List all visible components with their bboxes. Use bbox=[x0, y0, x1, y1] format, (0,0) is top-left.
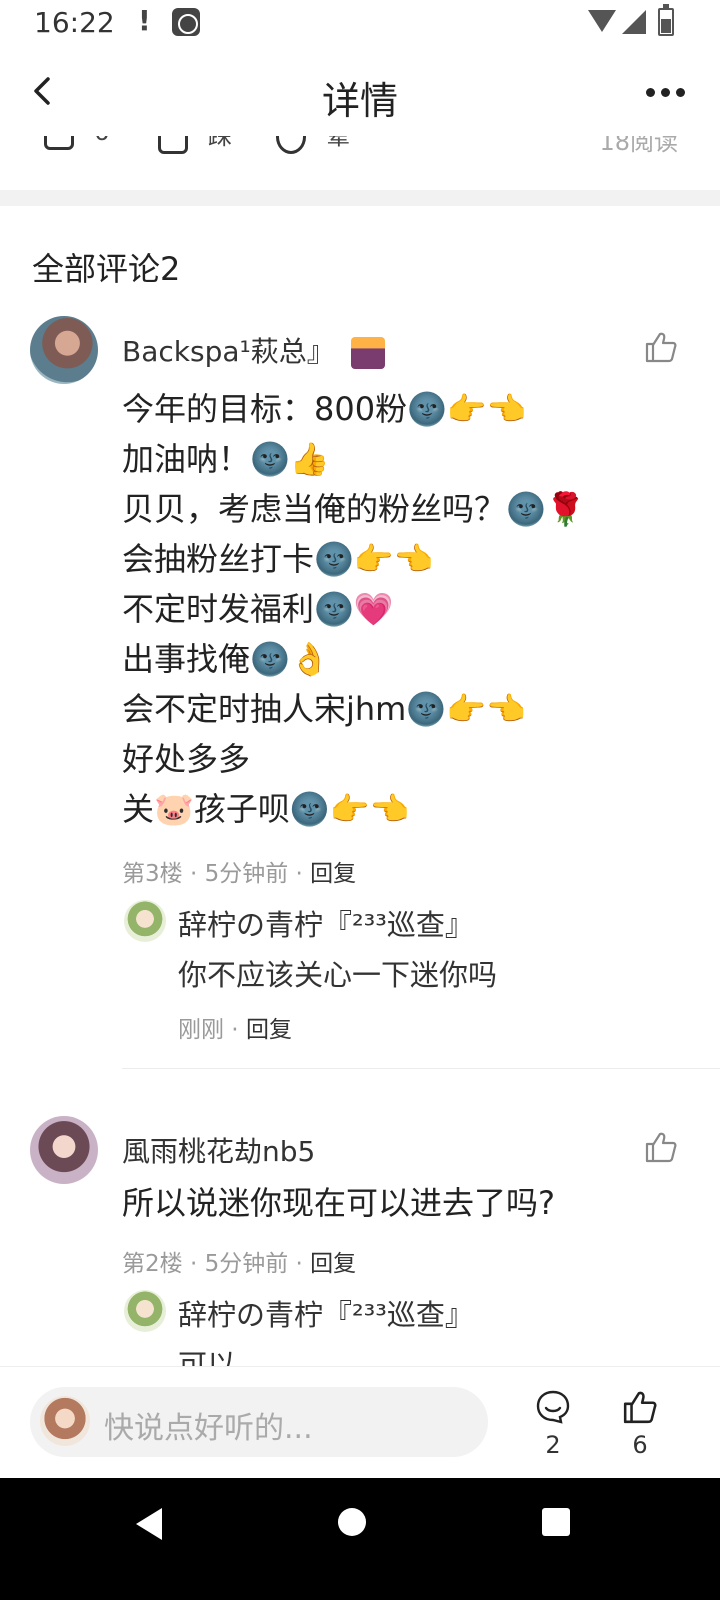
comment-count: 2 bbox=[545, 1431, 561, 1459]
reply-avatar[interactable] bbox=[124, 1290, 166, 1332]
dizzy-face-icon bbox=[276, 136, 306, 154]
top-bar: 详情 bbox=[0, 50, 720, 136]
dislike-action[interactable]: 踩 bbox=[158, 136, 232, 154]
floor-time: 第3楼 · 5分钟前 · bbox=[122, 861, 311, 887]
username-text: Backspa¹萩总』 bbox=[122, 335, 335, 368]
thumb-up-icon bbox=[44, 136, 74, 150]
avatar[interactable] bbox=[30, 1116, 98, 1184]
post-actions: 6 踩 晕 18阅读 bbox=[0, 136, 720, 190]
like-count: 6 bbox=[632, 1431, 648, 1459]
page-title: 详情 bbox=[321, 79, 398, 123]
reply-time: 刚刚 · bbox=[178, 1017, 246, 1043]
reply-avatar[interactable] bbox=[124, 900, 166, 942]
comment-username[interactable]: 風雨桃花劫nb5 bbox=[122, 1130, 315, 1170]
thumb-up-icon[interactable] bbox=[644, 330, 678, 364]
battery-icon bbox=[658, 4, 674, 36]
nav-back-icon[interactable] bbox=[136, 1508, 162, 1540]
user-avatar bbox=[40, 1396, 90, 1446]
comment-input-placeholder: 快说点好听的... bbox=[104, 1411, 313, 1446]
reply-button[interactable]: 回复 bbox=[246, 1017, 292, 1043]
reply-username[interactable]: 辞柠の青柠『²³³巡查』 bbox=[178, 902, 474, 944]
comment-line: 加油呐！🌚👍 bbox=[122, 440, 330, 478]
alert-icon: ! bbox=[138, 4, 151, 37]
signal-icon bbox=[622, 10, 646, 34]
nav-home-icon[interactable] bbox=[338, 1508, 366, 1536]
status-bar: 16:22 ! bbox=[0, 0, 720, 50]
comment-line: 贝贝，考虑当俺的粉丝吗？🌚🌹 bbox=[122, 490, 586, 528]
comment-input[interactable]: 快说点好听的... bbox=[30, 1387, 488, 1457]
like-action[interactable]: 6 bbox=[44, 136, 109, 150]
dizzy-action[interactable]: 晕 bbox=[276, 136, 350, 154]
badge-icon bbox=[350, 337, 385, 369]
comment-line: 会抽粉丝打卡🌚👉👈 bbox=[122, 540, 434, 578]
app-notification-icon bbox=[172, 8, 200, 36]
comment-text: 今年的目标：800粉🌚👉👈 加油呐！🌚👍 贝贝，考虑当俺的粉丝吗？🌚🌹 会抽粉丝… bbox=[122, 384, 682, 834]
reply-text: 你不应该关心一下迷你吗 bbox=[178, 958, 498, 992]
comment-line: 今年的目标：800粉🌚👉👈 bbox=[122, 390, 527, 428]
comment-username[interactable]: Backspa¹萩总』 bbox=[122, 330, 385, 370]
dislike-label: 踩 bbox=[208, 136, 232, 150]
wifi-icon bbox=[588, 10, 616, 32]
reply-button[interactable]: 回复 bbox=[310, 861, 356, 887]
more-icon[interactable] bbox=[646, 88, 686, 98]
dizzy-label: 晕 bbox=[326, 136, 350, 150]
thumb-up-icon[interactable] bbox=[622, 1389, 658, 1425]
read-count: 18阅读 bbox=[599, 136, 678, 156]
thumb-up-icon[interactable] bbox=[644, 1130, 678, 1164]
status-time: 16:22 bbox=[34, 6, 115, 39]
comment-text: 所以说迷你现在可以进去了吗? bbox=[122, 1184, 555, 1222]
reply-button[interactable]: 回复 bbox=[310, 1251, 356, 1277]
reply-username[interactable]: 辞柠の青柠『²³³巡查』 bbox=[178, 1292, 474, 1334]
reply-meta: 刚刚 · 回复 bbox=[178, 1010, 292, 1044]
comments-header: 全部评论2 bbox=[32, 250, 181, 288]
comment-icon[interactable] bbox=[535, 1389, 571, 1425]
comment-line: 关🐷孩子呗🌚👉👈 bbox=[122, 790, 410, 828]
thumb-down-icon bbox=[158, 136, 188, 154]
comment-line: 好处多多 bbox=[122, 740, 251, 778]
avatar[interactable] bbox=[30, 316, 98, 384]
comment-meta: 第2楼 · 5分钟前 · 回复 bbox=[122, 1244, 356, 1278]
like-count: 6 bbox=[94, 136, 109, 146]
nav-recents-icon[interactable] bbox=[542, 1508, 570, 1536]
comment-line: 出事找俺🌚👌 bbox=[122, 640, 330, 678]
bottom-bar: 快说点好听的... 2 6 bbox=[0, 1366, 720, 1478]
system-nav-bar bbox=[0, 1478, 720, 1600]
comment-line: 不定时发福利🌚💗 bbox=[122, 590, 394, 628]
section-divider bbox=[0, 190, 720, 206]
comment-meta: 第3楼 · 5分钟前 · 回复 bbox=[122, 854, 356, 888]
floor-time: 第2楼 · 5分钟前 · bbox=[122, 1251, 311, 1277]
comment-divider bbox=[122, 1068, 720, 1069]
comment-line: 会不定时抽人宋jhm🌚👉👈 bbox=[122, 690, 526, 728]
